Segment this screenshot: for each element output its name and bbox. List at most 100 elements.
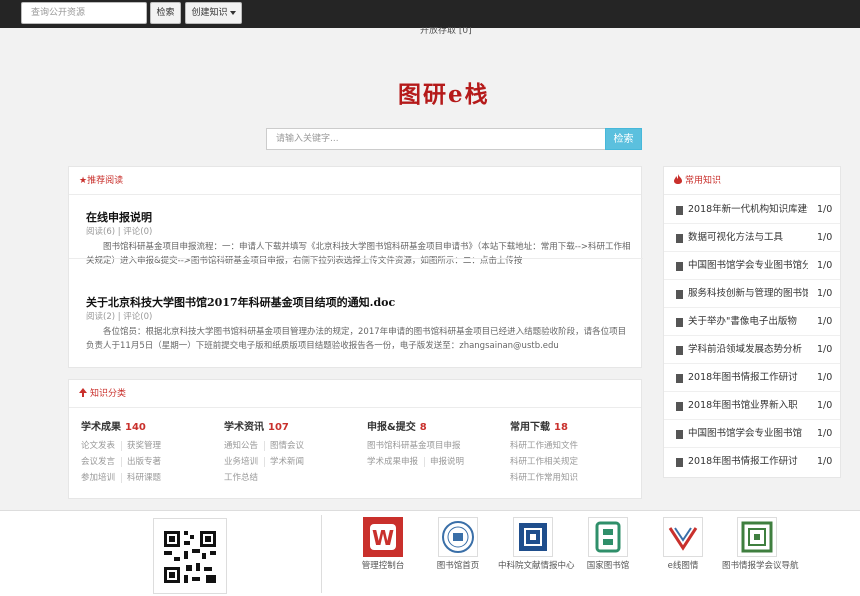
- svg-text:W: W: [372, 526, 394, 550]
- popular-item-title: 2018年新一代机构知识库建设: [688, 204, 808, 215]
- footer-link-label: 图书情报学会议导航: [722, 561, 799, 571]
- popular-item[interactable]: 中国图书馆学会专业图书馆分会 1/0: [664, 252, 840, 280]
- knowledge-categories-panel: 知识分类 学术成果 140 论文发表 获奖管理 会议发言 出版专著 参加培训 科研课题 …: [68, 379, 642, 499]
- category-link[interactable]: 图书馆科研基金项目申报: [367, 441, 467, 451]
- category-link[interactable]: 科研工作相关规定: [510, 457, 584, 467]
- popular-item[interactable]: 2018年新一代机构知识库建设 1/0: [664, 196, 840, 224]
- category-group-academic-news: 学术资讯 107 通知公告 图情会议 业务培训 学术新闻 工作总结: [224, 421, 364, 486]
- category-link[interactable]: 科研工作常用知识: [510, 473, 584, 483]
- category-heading[interactable]: 学术成果 140: [81, 421, 221, 435]
- category-link[interactable]: 工作总结: [224, 473, 264, 483]
- recommended-reading-panel: ★推荐阅读 在线申报说明 阅读(6) | 评论(0) 图书馆科研基金项目申报流程…: [68, 166, 643, 368]
- article-summary: 图书馆科研基金项目申报流程：一：申请人下载并填写《北京科技大学图书馆科研基金项目…: [86, 242, 631, 266]
- category-group-academic-results: 学术成果 140 论文发表 获奖管理 会议发言 出版专著 参加培训 科研课题: [81, 421, 221, 486]
- footer-link-conference-nav[interactable]: 图书情报学会议导航: [722, 517, 799, 572]
- popular-item-title: 2018年图书情报工作研讨: [688, 456, 798, 467]
- keyword-search-input[interactable]: 请输入关键字...: [266, 128, 606, 150]
- national-library-icon: [588, 517, 628, 557]
- category-name: 常用下载: [510, 422, 550, 433]
- article-title[interactable]: 关于北京科技大学图书馆2017年科研基金项目结项的通知.doc: [86, 296, 631, 310]
- recommended-reading-heading: ★推荐阅读: [69, 167, 641, 195]
- article-title[interactable]: 在线申报说明: [86, 211, 631, 225]
- footer-link-label: e线图情: [667, 561, 699, 571]
- popular-item-title: 中国图书馆学会专业图书馆: [688, 428, 803, 439]
- category-link[interactable]: 获奖管理: [127, 441, 167, 451]
- document-icon: [676, 262, 683, 271]
- public-resource-search-input[interactable]: 查询公开资源: [21, 2, 147, 24]
- popular-knowledge-heading: 常用知识: [664, 167, 840, 195]
- popular-item[interactable]: 2018年图书情报工作研讨 1/0: [664, 364, 840, 392]
- category-link[interactable]: 业务培训: [224, 457, 266, 467]
- category-count: 140: [125, 422, 146, 433]
- category-link[interactable]: 论文发表: [81, 441, 123, 451]
- article-item: 在线申报说明 阅读(6) | 评论(0) 图书馆科研基金项目申报流程：一：申请人…: [86, 211, 631, 268]
- footer-link-admin-console[interactable]: W 管理控制台: [348, 517, 418, 572]
- document-icon: [676, 458, 683, 467]
- qr-code-icon: [164, 531, 216, 583]
- footer-link-label: 图书馆首页: [436, 561, 480, 571]
- document-icon: [676, 318, 683, 327]
- popular-item[interactable]: 学科前沿领域发展态势分析 1/0: [664, 336, 840, 364]
- document-icon: [676, 430, 683, 439]
- category-count: 107: [268, 422, 289, 433]
- keyword-search-button-label: 检索: [613, 134, 634, 145]
- popular-item-count: 1/0: [817, 316, 833, 327]
- popular-item-title: 学科前沿领域发展态势分析: [688, 344, 803, 355]
- category-link[interactable]: 申报说明: [430, 457, 470, 467]
- category-heading[interactable]: 申报&提交 8: [367, 421, 507, 435]
- keyword-search-button[interactable]: 检索: [605, 128, 642, 150]
- popular-item-count: 1/0: [817, 456, 833, 467]
- category-link[interactable]: 科研课题: [127, 473, 167, 483]
- popular-item[interactable]: 2018年图书馆业界新入职 1/0: [664, 392, 840, 420]
- footer-divider: [321, 515, 322, 593]
- popular-item-count: 1/0: [817, 288, 833, 299]
- popular-item-title: 关于举办"書像电子出版物: [688, 316, 797, 327]
- knowledge-categories-heading: 知识分类: [69, 380, 641, 408]
- popular-item[interactable]: 2018年图书情报工作研讨 1/0: [664, 448, 840, 476]
- category-name: 申报&提交: [367, 422, 416, 433]
- category-heading[interactable]: 常用下载 18: [510, 421, 650, 435]
- popular-item[interactable]: 关于举办"書像电子出版物 1/0: [664, 308, 840, 336]
- popular-item-count: 1/0: [817, 372, 833, 383]
- article-meta: 阅读(6) | 评论(0): [86, 227, 153, 237]
- document-icon: [676, 374, 683, 383]
- category-name: 学术资讯: [224, 422, 264, 433]
- footer: W 管理控制台 图书馆首页 中科院文献情报中心 国家图书馆 e线图情 图书情报学…: [0, 510, 860, 596]
- category-group-apply-submit: 申报&提交 8 图书馆科研基金项目申报 学术成果申报 申报说明: [367, 421, 507, 470]
- footer-link-library-home[interactable]: 图书馆首页: [423, 517, 493, 572]
- category-link[interactable]: 通知公告: [224, 441, 266, 451]
- category-heading[interactable]: 学术资讯 107: [224, 421, 364, 435]
- article-meta: 阅读(2) | 评论(0): [86, 312, 153, 322]
- footer-link-label: 中科院文献情报中心: [498, 561, 575, 571]
- popular-item[interactable]: 服务科技创新与管理的图书馆 1/0: [664, 280, 840, 308]
- category-count: 8: [419, 422, 427, 433]
- popular-item[interactable]: 数据可视化方法与工具 1/0: [664, 224, 840, 252]
- popular-item-count: 1/0: [817, 204, 833, 215]
- popular-knowledge-panel: 常用知识 2018年新一代机构知识库建设 1/0 数据可视化方法与工具 1/0 中国…: [663, 166, 841, 478]
- conference-nav-icon: [737, 517, 777, 557]
- footer-link-cas-library[interactable]: 中科院文献情报中心: [498, 517, 575, 572]
- category-link[interactable]: 会议发言: [81, 457, 123, 467]
- popular-item-count: 1/0: [817, 260, 833, 271]
- e-line-icon: [663, 517, 703, 557]
- popular-item-count: 1/0: [817, 344, 833, 355]
- popular-item-count: 1/0: [817, 232, 833, 243]
- create-knowledge-dropdown[interactable]: 创建知识: [185, 2, 242, 24]
- popular-item-title: 中国图书馆学会专业图书馆分会: [688, 260, 808, 271]
- footer-link-national-library[interactable]: 国家图书馆: [573, 517, 643, 572]
- site-logo: 图研e栈: [398, 78, 510, 112]
- category-link[interactable]: 科研工作通知文件: [510, 441, 584, 451]
- category-link[interactable]: 参加培训: [81, 473, 123, 483]
- tree-icon: [79, 388, 87, 397]
- footer-link-e-line[interactable]: e线图情: [648, 517, 718, 572]
- popular-item-title: 数据可视化方法与工具: [688, 232, 784, 243]
- category-link[interactable]: 出版专著: [127, 457, 167, 467]
- category-link[interactable]: 学术成果申报: [367, 457, 426, 467]
- document-icon: [676, 402, 683, 411]
- category-link[interactable]: 学术新闻: [270, 457, 310, 467]
- create-knowledge-label: 创建知识: [191, 8, 228, 18]
- admin-console-icon: W: [363, 517, 403, 557]
- popular-item[interactable]: 中国图书馆学会专业图书馆 1/0: [664, 420, 840, 448]
- top-search-button[interactable]: 检索: [150, 2, 181, 24]
- category-link[interactable]: 图情会议: [270, 441, 310, 451]
